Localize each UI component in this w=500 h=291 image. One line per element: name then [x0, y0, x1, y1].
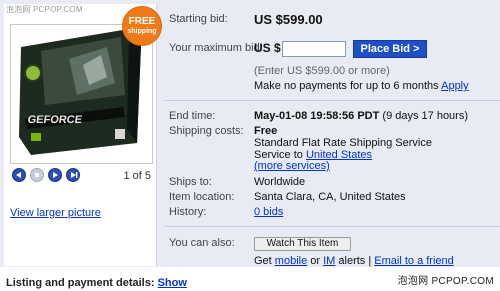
place-bid-button[interactable]: Place Bid >	[353, 40, 427, 58]
item-location-value: Santa Clara, CA, United States	[254, 191, 406, 203]
alerts-row: Get mobile or IM alerts | Email to a fri…	[254, 255, 454, 267]
currency-label: US $	[254, 41, 281, 55]
payment-row: Make no payments for up to 6 months Appl…	[254, 80, 469, 92]
starting-bid-label: Starting bid:	[169, 13, 228, 25]
bid-details: Starting bid: US $599.00 Your maximum bi…	[165, 0, 500, 267]
stop-icon[interactable]	[30, 168, 44, 182]
shipping-label: Shipping costs:	[169, 125, 244, 137]
badge-free-text: FREE	[128, 16, 156, 27]
email-friend-link[interactable]: Email to a friend	[374, 255, 453, 267]
divider	[165, 226, 500, 227]
product-photo[interactable]: GEFORCE	[10, 24, 153, 164]
starting-bid-value: US $599.00	[254, 12, 323, 27]
mobile-link[interactable]: mobile	[275, 255, 307, 267]
max-bid-input[interactable]	[282, 41, 346, 57]
next-icon[interactable]	[66, 168, 80, 182]
max-bid-label: Your maximum bid:	[169, 42, 263, 54]
or-text: or	[310, 255, 321, 267]
end-time-date: May-01-08 19:58:56 PDT	[254, 110, 380, 122]
ships-to-value: Worldwide	[254, 176, 306, 188]
get-text: Get	[254, 255, 272, 267]
more-services-link[interactable]: (more services)	[254, 160, 330, 172]
end-time-value: May-01-08 19:58:56 PDT (9 days 17 hours)	[254, 110, 468, 122]
play-icon[interactable]	[48, 168, 62, 182]
gallery-controls: 1 of 5	[8, 168, 157, 184]
watch-item-button[interactable]: Watch This Item	[254, 237, 351, 251]
you-can-also-label: You can also:	[169, 237, 235, 249]
bids-link[interactable]: 0 bids	[254, 206, 283, 218]
apply-link[interactable]: Apply	[441, 80, 469, 92]
alerts-text: alerts |	[338, 255, 372, 267]
payment-text: Make no payments for up to 6 months	[254, 80, 439, 92]
end-time-remaining: (9 days 17 hours)	[382, 110, 469, 122]
free-shipping-badge: FREE shipping	[122, 6, 162, 46]
show-link[interactable]: Show	[158, 277, 187, 289]
view-larger-picture-link[interactable]: View larger picture	[10, 207, 101, 219]
listing-details-label: Listing and payment details:	[6, 277, 155, 289]
history-label: History:	[169, 206, 207, 218]
graphics-card-box-image: GEFORCE	[11, 25, 152, 163]
watermark-text: 泡泡网 PCPOP.COM	[397, 276, 494, 287]
shipping-service: Standard Flat Rate Shipping Service	[254, 137, 432, 149]
im-link[interactable]: IM	[323, 255, 335, 267]
more-services-row: (more services)	[254, 160, 330, 172]
badge-shipping-text: shipping	[127, 28, 157, 35]
bid-hint: (Enter US $599.00 or more)	[254, 65, 390, 77]
item-panel: 泡泡网 PCPOP.COM GEFORCE 1 of 5 View larger…	[0, 0, 500, 267]
item-location-label: Item location:	[169, 191, 235, 203]
geforce-logo-text: GEFORCE	[27, 114, 83, 126]
prev-icon[interactable]	[12, 168, 26, 182]
ships-to-label: Ships to:	[169, 176, 212, 188]
end-time-label: End time:	[169, 110, 216, 122]
shipping-free: Free	[254, 125, 278, 137]
listing-details-row: Listing and payment details: Show	[6, 277, 187, 289]
divider	[165, 100, 500, 101]
watermark-text: 泡泡网 PCPOP.COM	[6, 5, 83, 14]
gallery-pager: 1 of 5	[123, 170, 151, 182]
